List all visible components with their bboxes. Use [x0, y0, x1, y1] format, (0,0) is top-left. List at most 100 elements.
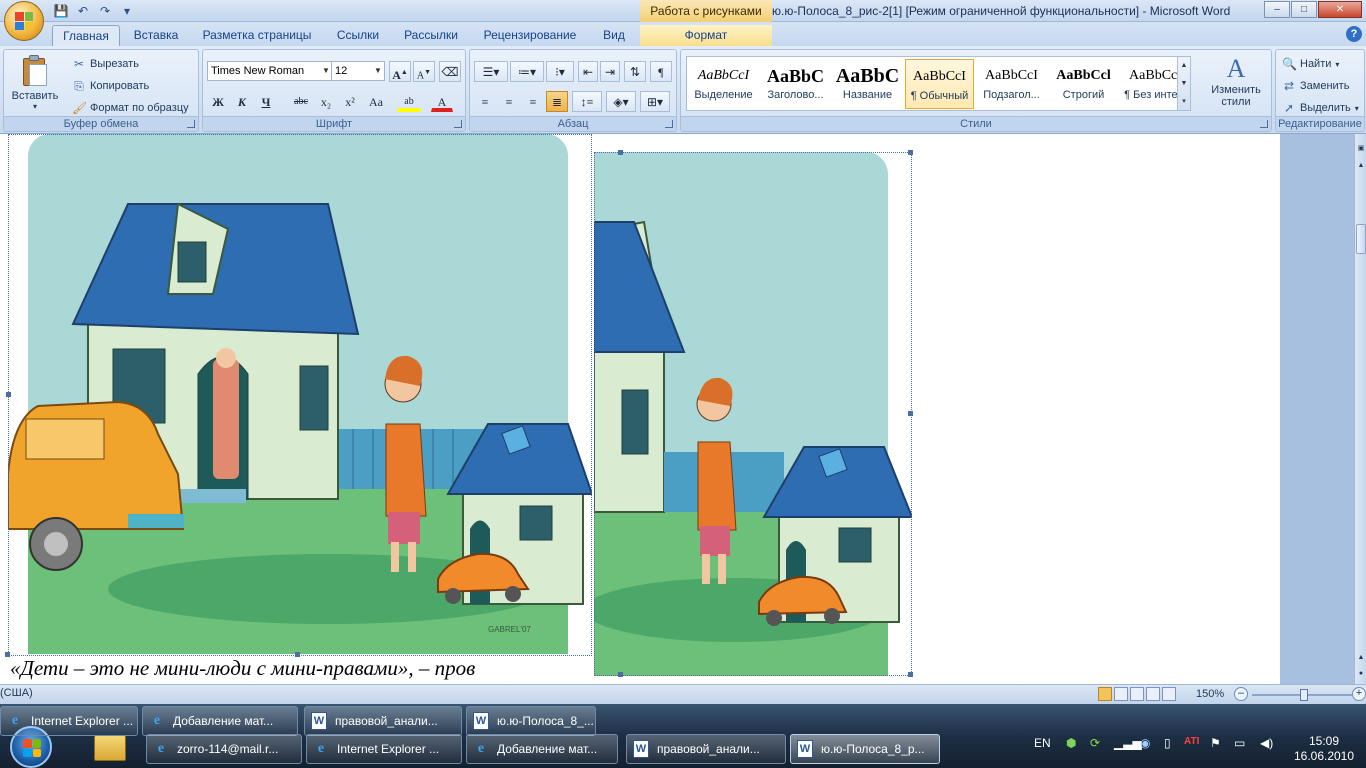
tab-home[interactable]: Главная	[52, 25, 120, 46]
font-size-combo[interactable]: 12 ▼	[331, 61, 385, 81]
language-indicator[interactable]: (США)	[0, 687, 33, 699]
tab-view[interactable]: Вид	[594, 25, 634, 46]
tab-format[interactable]: Формат	[640, 25, 772, 46]
align-right-icon[interactable]: ≡	[522, 91, 544, 112]
full-screen-reading-icon[interactable]	[1114, 687, 1128, 701]
resize-handle[interactable]	[908, 150, 913, 155]
gallery-more-icon[interactable]: ▾	[1178, 93, 1190, 110]
highlight-button[interactable]: ab	[397, 91, 421, 112]
save-icon[interactable]: 💾	[52, 2, 70, 19]
style-subtitle[interactable]: AaBbCcI Подзагол...	[977, 59, 1046, 109]
taskbar-item[interactable]: e zorro-114@mail.r...	[146, 734, 302, 764]
taskbar-item[interactable]: W правовой_анали...	[626, 734, 786, 764]
input-language[interactable]: EN	[1034, 736, 1051, 750]
change-case-button[interactable]: Aa	[363, 91, 389, 112]
clear-formatting-icon[interactable]: ⌫	[439, 61, 461, 82]
change-styles-button[interactable]: A Изменить стили	[1206, 54, 1266, 108]
tab-mailings[interactable]: Рассылки	[396, 25, 466, 46]
explorer-folder-icon[interactable]	[94, 735, 126, 761]
redo-icon[interactable]: ↷	[96, 2, 114, 19]
format-painter-button[interactable]: 🖌 Формат по образцу	[72, 99, 189, 117]
taskbar-item[interactable]: W правовой_анали...	[304, 706, 462, 736]
justify-icon[interactable]: ≣	[546, 91, 568, 112]
resize-handle[interactable]	[618, 150, 623, 155]
tab-insert[interactable]: Вставка	[124, 25, 188, 46]
italic-button[interactable]: К	[231, 91, 253, 112]
grow-font-button[interactable]: A▲	[389, 61, 411, 82]
bullets-icon[interactable]: ☰▾	[474, 61, 508, 82]
font-name-combo[interactable]: Times New Roman ▼	[207, 61, 333, 81]
style-title[interactable]: AaBbC Название	[833, 59, 902, 109]
clock[interactable]: 15:09 16.06.2010	[1288, 734, 1360, 764]
style-strong[interactable]: AaBbCcl Строгий	[1049, 59, 1118, 109]
superscript-button[interactable]: x²	[339, 91, 361, 112]
customize-qat-icon[interactable]: ▾	[118, 2, 136, 19]
battery-icon[interactable]: ▯	[1164, 736, 1171, 750]
underline-button[interactable]: Ч	[255, 91, 277, 112]
multilevel-list-icon[interactable]: ⁝▾	[546, 61, 574, 82]
undo-icon[interactable]: ↶	[74, 2, 92, 19]
print-layout-icon[interactable]	[1098, 687, 1112, 701]
shading-icon[interactable]: ◈▾	[606, 91, 636, 112]
tab-review[interactable]: Рецензирование	[474, 25, 586, 46]
chevron-up-icon[interactable]: ▲	[1356, 162, 1366, 174]
paragraph-launcher-icon[interactable]	[665, 120, 673, 128]
sync-icon[interactable]: ⟳	[1090, 736, 1100, 750]
ruler-toggle-icon[interactable]: ▣	[1356, 144, 1366, 156]
outline-icon[interactable]	[1146, 687, 1160, 701]
document-page[interactable]: GABREL'07 «Дети – это не мини-люди с мин…	[0, 134, 1280, 699]
align-center-icon[interactable]: ≡	[498, 91, 520, 112]
numbering-icon[interactable]: ≔▾	[510, 61, 544, 82]
increase-indent-icon[interactable]: ⇥	[600, 61, 620, 82]
bold-button[interactable]: Ж	[207, 91, 229, 112]
strikethrough-button[interactable]: abc	[289, 91, 313, 112]
style-normal[interactable]: AaBbCcI ¶ Обычный	[905, 59, 974, 109]
find-button[interactable]: 🔍 Найти ▾	[1282, 55, 1339, 73]
resize-handle[interactable]	[6, 392, 11, 397]
display-icon[interactable]: ▭	[1234, 736, 1245, 750]
tab-references[interactable]: Ссылки	[328, 25, 388, 46]
paste-button[interactable]: Вставить ▾	[10, 54, 60, 114]
font-launcher-icon[interactable]	[454, 120, 462, 128]
scroll-thumb[interactable]	[1356, 224, 1366, 254]
align-left-icon[interactable]: ≡	[474, 91, 496, 112]
ati-icon[interactable]: ATI	[1184, 736, 1199, 747]
resize-handle[interactable]	[908, 411, 913, 416]
pilcrow-icon[interactable]: ¶	[650, 61, 672, 82]
zoom-out-button[interactable]: –	[1234, 687, 1248, 701]
vertical-scrollbar[interactable]: ▣ ▲ ▲ ● ▼	[1354, 134, 1366, 699]
zoom-in-button[interactable]: +	[1352, 687, 1366, 701]
volume-icon[interactable]: ◀)	[1260, 736, 1273, 750]
close-button[interactable]: ✕	[1318, 1, 1362, 18]
shrink-font-button[interactable]: A▼	[413, 61, 435, 82]
subscript-button[interactable]: x₂	[315, 91, 337, 112]
prev-page-icon[interactable]: ▲	[1356, 654, 1366, 666]
decrease-indent-icon[interactable]: ⇤	[578, 61, 598, 82]
style-heading[interactable]: AaBbC Заголово...	[761, 59, 830, 109]
network-globe-icon[interactable]: ◉	[1140, 736, 1150, 750]
resize-handle[interactable]	[908, 672, 913, 677]
taskbar-item[interactable]: e Добавление мат...	[142, 706, 298, 736]
help-icon[interactable]: ?	[1346, 26, 1362, 42]
taskbar-item-active[interactable]: W ю.ю-Полоса_8_р...	[790, 734, 940, 764]
taskbar-item[interactable]: e Internet Explorer ...	[0, 706, 138, 736]
zoom-level[interactable]: 150%	[1196, 688, 1224, 700]
font-color-button[interactable]: A	[431, 91, 453, 112]
select-button[interactable]: ➚ Выделить ▾	[1282, 99, 1359, 117]
flag-icon[interactable]: ⚑	[1210, 736, 1221, 750]
office-button[interactable]	[4, 1, 44, 41]
draft-icon[interactable]	[1162, 687, 1176, 701]
replace-button[interactable]: ⇄ Заменить	[1282, 77, 1349, 95]
sort-icon[interactable]: ⇅	[624, 61, 646, 82]
gallery-scroll[interactable]: ▲ ▼ ▾	[1177, 56, 1191, 111]
clipboard-launcher-icon[interactable]	[187, 120, 195, 128]
tab-page-layout[interactable]: Разметка страницы	[196, 25, 318, 46]
security-shield-icon[interactable]: ⬢	[1066, 736, 1076, 750]
line-spacing-icon[interactable]: ↕≡	[572, 91, 602, 112]
resize-handle[interactable]	[618, 672, 623, 677]
zoom-slider-thumb[interactable]	[1300, 689, 1308, 701]
web-layout-icon[interactable]	[1130, 687, 1144, 701]
taskbar-item[interactable]: e Internet Explorer ...	[306, 734, 462, 764]
cut-button[interactable]: ✂ Вырезать	[72, 55, 139, 73]
styles-launcher-icon[interactable]	[1260, 120, 1268, 128]
